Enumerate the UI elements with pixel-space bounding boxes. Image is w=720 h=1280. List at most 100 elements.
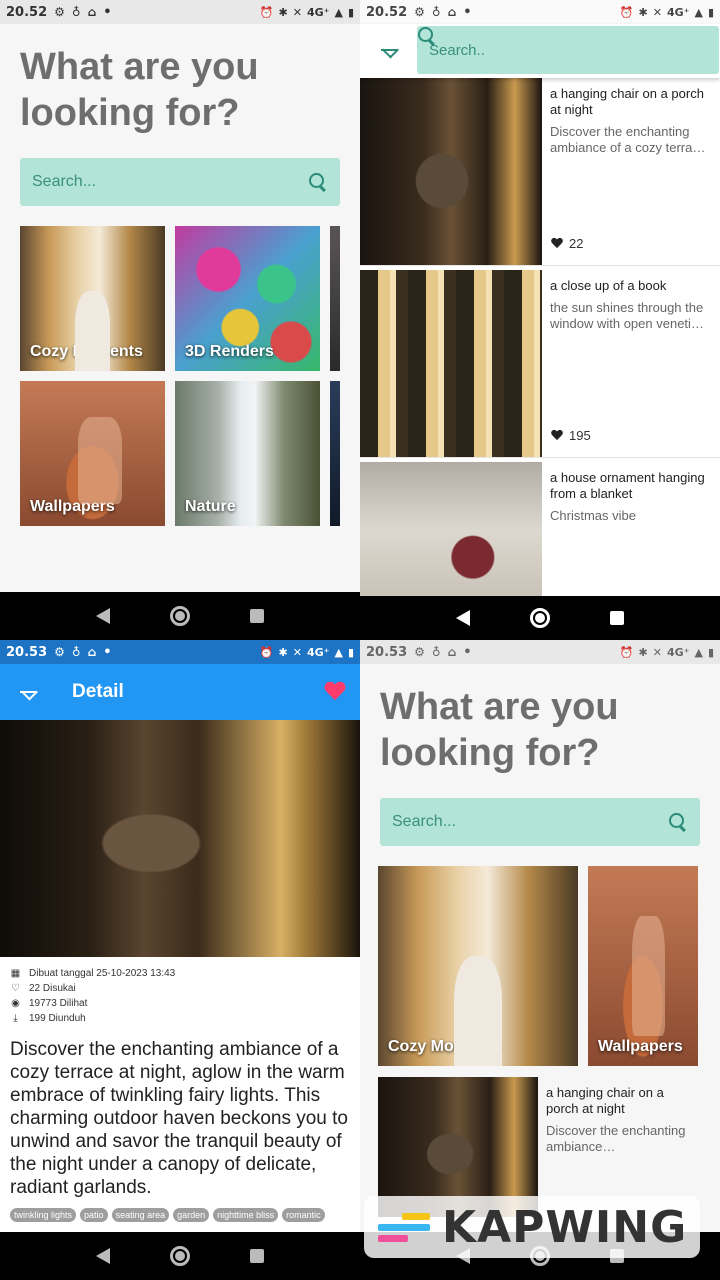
gear-icon: ⚙ bbox=[414, 645, 425, 659]
alarm-icon: ⏰ bbox=[259, 645, 274, 659]
tag-chip[interactable]: patio bbox=[80, 1208, 108, 1222]
search-screen: 20.52 ⚙ ♁ ⌂ • ⏰ ✱ ✕ 4G⁺ ▲ ▮ Search.. a hanging ch… bbox=[360, 0, 720, 640]
category-tile-partial[interactable] bbox=[330, 226, 340, 371]
clock: 20.53 bbox=[366, 644, 408, 660]
category-label: Wallpapers bbox=[598, 1038, 683, 1055]
bulb-icon: ♁ bbox=[71, 645, 81, 659]
mute-icon: ✕ bbox=[652, 5, 662, 19]
result-thumbnail bbox=[360, 78, 542, 265]
gear-icon: ⚙ bbox=[54, 645, 65, 659]
signal-icon: ▲ bbox=[334, 5, 343, 19]
result-item[interactable]: a close up of a book the sun shines thro… bbox=[360, 270, 720, 458]
likes-count: 22 bbox=[551, 236, 583, 251]
alarm-icon: ⏰ bbox=[619, 645, 634, 659]
signal-icon: ▲ bbox=[694, 645, 703, 659]
bulb-icon: ♁ bbox=[431, 5, 441, 19]
home-button-icon[interactable] bbox=[530, 608, 550, 628]
nav-bar bbox=[0, 592, 360, 640]
search-icon[interactable] bbox=[668, 812, 688, 832]
home-icon: ⌂ bbox=[447, 645, 457, 659]
alarm-icon: ⏰ bbox=[619, 5, 634, 19]
watermark-logo-icon bbox=[378, 1212, 430, 1242]
home-button-icon[interactable] bbox=[170, 1246, 190, 1266]
favorite-heart-icon[interactable] bbox=[324, 682, 346, 702]
tag-chip[interactable]: twinkling lights bbox=[10, 1208, 77, 1222]
nav-bar bbox=[0, 1232, 360, 1280]
category-tile-nature[interactable]: Nature bbox=[175, 381, 320, 526]
category-label: Nature bbox=[185, 498, 236, 515]
result-description: the sun shines through the window with o… bbox=[550, 300, 704, 331]
recents-icon[interactable] bbox=[250, 609, 264, 623]
result-title: a close up of a book bbox=[550, 278, 667, 293]
heart-outline-icon: ♡ bbox=[11, 983, 20, 994]
battery-icon: ▮ bbox=[347, 645, 354, 659]
dot-icon: • bbox=[103, 644, 112, 660]
signal-icon: ▲ bbox=[694, 5, 703, 19]
home-button-icon[interactable] bbox=[170, 606, 190, 626]
detail-description: Discover the enchanting ambiance of a co… bbox=[10, 1039, 348, 1198]
tag-chip[interactable]: romantic bbox=[282, 1208, 325, 1222]
category-tile-cozy-moments[interactable]: Cozy Moments bbox=[20, 226, 165, 371]
dot-icon: • bbox=[463, 4, 472, 20]
bluetooth-icon: ✱ bbox=[638, 5, 648, 19]
result-title: a hanging chair on a porch at night bbox=[550, 86, 704, 117]
result-item[interactable]: a house ornament hanging from a blanket … bbox=[360, 462, 720, 598]
bluetooth-icon: ✱ bbox=[278, 645, 288, 659]
heart-icon bbox=[551, 238, 563, 249]
search-input[interactable]: Search... bbox=[20, 158, 340, 206]
status-bar: 20.52 ⚙ ♁ ⌂ • ⏰ ✱ ✕ 4G⁺ ▲ ▮ bbox=[0, 0, 360, 24]
search-icon[interactable] bbox=[308, 172, 328, 192]
views-info: ◉ 19773 Dilihat bbox=[11, 998, 88, 1009]
back-icon[interactable] bbox=[456, 610, 470, 626]
tag-chip[interactable]: nighttime bliss bbox=[213, 1208, 279, 1222]
downloads-info: ⤓ 199 Diunduh bbox=[10, 1013, 85, 1024]
dot-icon: • bbox=[103, 4, 112, 20]
detail-screen: 20.53 ⚙ ♁ ⌂ • ⏰ ✱ ✕ 4G⁺ ▲ ▮ Detail ▦ Dibuat tangga… bbox=[0, 640, 360, 1280]
result-description: Discover the enchanting ambiance of a co… bbox=[550, 124, 706, 155]
page-title: What are you looking for? bbox=[20, 46, 259, 134]
search-input[interactable]: Search... bbox=[380, 798, 700, 846]
category-tile-wallpapers[interactable]: Wallpapers bbox=[588, 866, 698, 1066]
gear-icon: ⚙ bbox=[54, 5, 65, 19]
category-tile-partial[interactable] bbox=[330, 381, 340, 526]
network-label: 4G⁺ bbox=[306, 5, 330, 19]
tag-chip[interactable]: seating area bbox=[111, 1208, 170, 1222]
page-title: What are you looking for? bbox=[380, 686, 619, 774]
tag-chip[interactable]: garden bbox=[173, 1208, 210, 1222]
clock: 20.53 bbox=[6, 644, 48, 660]
recents-icon[interactable] bbox=[610, 611, 624, 625]
likes-info: ♡ 22 Disukai bbox=[11, 983, 76, 994]
category-tile-cozy-moments[interactable]: Cozy Moments bbox=[378, 866, 578, 1066]
search-placeholder: Search.. bbox=[429, 41, 485, 59]
network-label: 4G⁺ bbox=[666, 5, 690, 19]
network-label: 4G⁺ bbox=[306, 645, 330, 659]
battery-icon: ▮ bbox=[707, 645, 714, 659]
back-arrow-icon[interactable] bbox=[19, 684, 37, 700]
home-icon: ⌂ bbox=[87, 5, 97, 19]
likes-count: 195 bbox=[551, 428, 591, 443]
back-icon[interactable] bbox=[96, 608, 110, 624]
category-tile-wallpapers[interactable]: Wallpapers bbox=[20, 381, 165, 526]
page-title: Detail bbox=[72, 681, 124, 702]
result-title: a house ornament hanging from a blanket bbox=[550, 470, 705, 501]
result-description: Discover the enchanting ambiance… bbox=[546, 1123, 686, 1154]
back-icon[interactable] bbox=[96, 1248, 110, 1264]
recents-icon[interactable] bbox=[250, 1249, 264, 1263]
home-screen: 20.52 ⚙ ♁ ⌂ • ⏰ ✱ ✕ 4G⁺ ▲ ▮ What are you looking … bbox=[0, 0, 360, 640]
category-label: Cozy Moments bbox=[388, 1038, 501, 1055]
result-thumbnail bbox=[360, 462, 542, 598]
home-icon: ⌂ bbox=[87, 645, 97, 659]
bluetooth-icon: ✱ bbox=[638, 645, 648, 659]
result-item[interactable]: a hanging chair on a porch at night Disc… bbox=[360, 78, 720, 266]
result-description: Christmas vibe bbox=[550, 508, 636, 523]
status-bar: 20.53 ⚙ ♁ ⌂ • ⏰ ✱ ✕ 4G⁺ ▲ ▮ bbox=[0, 640, 360, 664]
eye-icon: ◉ bbox=[11, 998, 20, 1009]
category-tile-3d-renders[interactable]: 3D Renders bbox=[175, 226, 320, 371]
battery-icon: ▮ bbox=[707, 5, 714, 19]
home-icon: ⌂ bbox=[447, 5, 457, 19]
mute-icon: ✕ bbox=[652, 645, 662, 659]
back-arrow-icon[interactable] bbox=[380, 42, 398, 58]
search-input[interactable]: Search.. bbox=[417, 26, 719, 74]
result-thumbnail bbox=[360, 270, 542, 457]
bulb-icon: ♁ bbox=[431, 645, 441, 659]
